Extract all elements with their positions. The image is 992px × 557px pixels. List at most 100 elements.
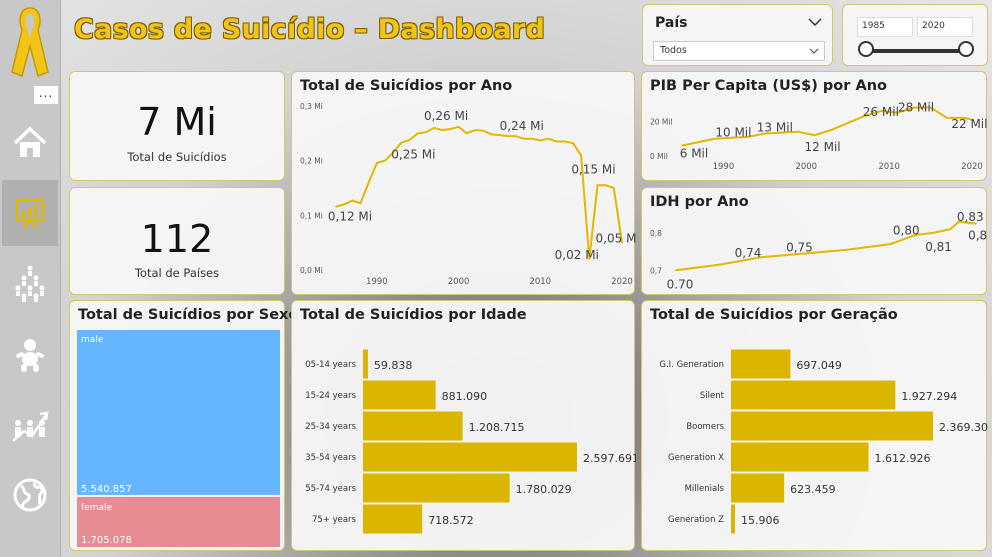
data-label: 2.597.691 (583, 452, 636, 465)
bar (731, 442, 869, 472)
year-slider-track[interactable] (867, 49, 967, 53)
treemap-value-label: 5.540.857 (81, 484, 132, 495)
kpi-total-countries: 112 Total de Países (69, 187, 285, 295)
sidebar: ... (0, 0, 61, 557)
nav-home-button[interactable] (2, 110, 58, 176)
data-point (474, 129, 476, 131)
y-tick-label: 0,0 Mi (300, 266, 323, 275)
data-point (359, 202, 362, 205)
x-tick-label: 2020 (961, 162, 983, 172)
bar (731, 473, 785, 503)
data-point (367, 181, 370, 184)
data-label: 28 Mil (898, 100, 934, 114)
bar (363, 473, 510, 503)
data-point (351, 199, 354, 202)
category-label: Generation Z (668, 515, 724, 525)
year-range-slicer: 1985 2020 (842, 4, 988, 66)
data-label: 1.927.294 (901, 390, 957, 403)
data-point (547, 138, 550, 140)
country-slicer-title: País (655, 15, 688, 31)
data-point (400, 141, 403, 144)
treemap-value-label: 1.705.078 (81, 535, 132, 546)
data-label: 0,83 (968, 229, 988, 243)
year-slider-start-handle[interactable] (858, 41, 874, 57)
x-tick-label: 2000 (795, 162, 817, 172)
data-point (846, 248, 849, 251)
data-label: 1.612.926 (875, 452, 931, 465)
data-point (523, 138, 525, 140)
category-label: 15-24 years (305, 391, 356, 401)
data-label: 15.906 (741, 514, 780, 527)
country-dropdown[interactable]: Todos (653, 41, 825, 61)
more-options-button[interactable]: ... (34, 86, 58, 104)
data-point (416, 132, 419, 135)
data-label: 0,24 Mi (500, 119, 544, 133)
data-label: 10 Mil (715, 126, 751, 140)
category-label: 05-14 years (305, 360, 356, 370)
y-tick-label: 20 Mil (650, 117, 673, 126)
kpi-total-countries-label: Total de Países (134, 266, 220, 280)
data-point (506, 135, 509, 137)
data-label: 26 Mil (863, 105, 899, 119)
data-point (531, 138, 533, 140)
nav-globe-button[interactable] (2, 462, 58, 528)
year-start-input[interactable]: 1985 (857, 17, 913, 37)
data-point (376, 162, 378, 164)
data-label: 0,74 (735, 246, 762, 260)
y-tick-label: 0 Mil (650, 152, 668, 161)
y-tick-label: 0,1 Mi (300, 211, 323, 220)
country-dropdown-value: Todos (660, 45, 687, 56)
data-point (596, 184, 599, 187)
treemap-category-label: female (81, 503, 112, 513)
globe-icon (13, 478, 47, 512)
bar-chart-suicides-by-age: 05-14 years 59.838 15-24 years 881.090 25-34… (305, 349, 636, 534)
y-tick-label: 0,7 (650, 266, 662, 275)
bar (731, 411, 933, 441)
bar (363, 504, 423, 534)
chart-suicides-by-year: Total de Suicídios por Ano 0,0 Mi 0,1 Mi 0… (291, 71, 636, 295)
data-point (449, 128, 452, 130)
data-label: 22 Mil (951, 117, 987, 131)
data-point (335, 205, 337, 208)
data-label: 0,05 Mi (596, 232, 636, 246)
data-label: 0,75 (786, 240, 813, 254)
x-tick-label: 2000 (448, 277, 470, 287)
category-label: Silent (700, 391, 725, 401)
y-tick-label: 0,3 Mi (300, 102, 323, 111)
data-point (539, 139, 542, 142)
data-point (457, 125, 460, 128)
nav-baby-button[interactable] (2, 322, 58, 388)
data-label: 0,83 (957, 210, 984, 224)
data-point (408, 139, 411, 141)
data-point (514, 135, 517, 137)
bar (363, 380, 436, 410)
category-label: Millenials (685, 484, 725, 494)
data-point (613, 187, 615, 189)
bar (363, 411, 463, 441)
data-label: 0,81 (925, 240, 952, 254)
kpi-total-suicides-value: 7 Mi (137, 100, 217, 144)
chevron-down-icon[interactable] (808, 17, 822, 27)
data-label: 697.049 (796, 359, 842, 372)
bar (363, 442, 577, 472)
data-point (384, 159, 386, 162)
data-point (830, 129, 832, 131)
nav-population-button[interactable] (2, 250, 58, 316)
kpi-total-suicides-label: Total de Suicídios (127, 150, 227, 164)
data-point (932, 232, 934, 234)
data-point (343, 203, 345, 206)
x-tick-label: 2020 (611, 277, 633, 287)
data-point (555, 140, 558, 143)
data-label: 718.572 (428, 514, 474, 527)
data-label: 881.090 (442, 390, 488, 403)
nav-presentation-button[interactable] (2, 180, 58, 246)
data-point (482, 129, 484, 132)
nav-people-growth-button[interactable] (2, 392, 58, 458)
year-end-input[interactable]: 2020 (917, 17, 973, 37)
y-tick-label: 0,8 (650, 229, 662, 238)
data-label: 12 Mil (805, 140, 841, 154)
category-label: 55-74 years (305, 484, 356, 494)
year-slider-end-handle[interactable] (958, 41, 974, 57)
bar (731, 504, 735, 534)
y-tick-label: 0,2 Mi (300, 157, 323, 166)
